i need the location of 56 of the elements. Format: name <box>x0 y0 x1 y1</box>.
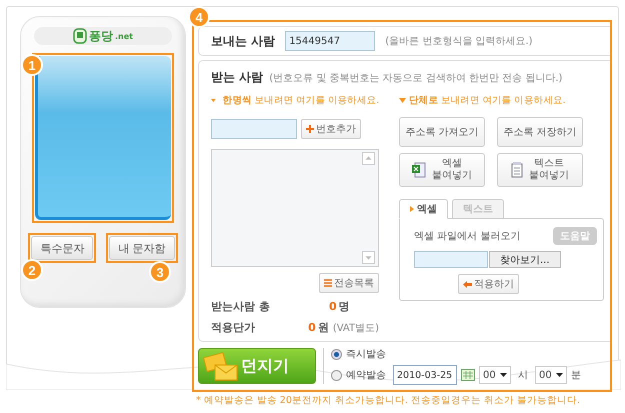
minute-unit: 분 <box>571 369 581 382</box>
add-number-button[interactable]: 번호추가 <box>301 119 361 139</box>
single-hint: 한명씩 보내려면 여기를 이용하세요. <box>222 94 379 107</box>
hour-unit: 시 <box>518 369 528 382</box>
paste-button[interactable]: 엑셀 붙여넣기 <box>399 153 485 187</box>
notepad-icon <box>511 162 523 178</box>
spreadsheet-icon <box>412 162 426 178</box>
dropdown-icon <box>556 373 563 377</box>
radio-button[interactable] <box>331 370 342 380</box>
radio-button[interactable] <box>331 348 342 360</box>
summary-label: 적용단가 <box>211 320 256 335</box>
paste-button[interactable]: 텍스트 붙여넣기 <box>497 153 583 187</box>
phone-menu-button[interactable]: 내 문자함 <box>109 236 175 260</box>
summary-value: 0 <box>329 300 337 313</box>
minute-select[interactable]: 00 <box>535 366 567 384</box>
phone-logo-icon <box>73 28 87 44</box>
recipient-note: (번호오류 및 중복번호는 자동으로 검색하여 한번만 전송 됩니다.) <box>269 72 562 85</box>
send-option-label: 예약발송 <box>346 369 386 382</box>
logo-text: 퐁당 <box>89 28 113 44</box>
recipient-label: 받는 사람 <box>211 69 264 86</box>
summary-unit: 명 <box>338 299 350 314</box>
send-list-button[interactable]: 전송목록 <box>319 273 379 293</box>
date-field[interactable]: 2010-03-25 <box>393 365 457 385</box>
callout-number: 4 <box>188 6 210 28</box>
active-marker-icon <box>410 206 414 212</box>
arrow-left-icon <box>463 280 472 288</box>
number-list[interactable] <box>211 149 379 267</box>
logo-suffix: .net <box>115 32 133 40</box>
scroll-down-icon[interactable] <box>362 251 375 264</box>
phone-menu-button[interactable]: 특수문자 <box>31 236 94 260</box>
address-book-button[interactable]: 주소록 저장하기 <box>497 117 583 147</box>
calendar-icon[interactable] <box>461 369 475 381</box>
browse-button[interactable]: 찾아보기... <box>489 251 561 268</box>
caret-icon <box>399 98 406 103</box>
list-icon <box>324 279 332 287</box>
summary-unit: 원 <box>318 320 329 335</box>
hour-select[interactable]: 00 <box>479 366 511 384</box>
sender-label: 보내는 사람 <box>211 32 276 50</box>
summary-label: 받는사람 총 <box>211 299 271 314</box>
caret-icon <box>211 98 216 103</box>
sender-hint: (올바른 번호형식을 입력하세요.) <box>385 35 533 48</box>
summary-note: (VAT별도) <box>332 322 379 334</box>
address-book-button[interactable]: 주소록 가져오기 <box>399 117 485 147</box>
apply-button[interactable]: 적용하기 <box>458 274 519 294</box>
tab[interactable]: 엑셀 <box>399 199 448 219</box>
send-option-label: 즉시발송 <box>346 348 386 361</box>
group-hint: 단체로 보내려면 여기를 이용하세요. <box>409 94 566 107</box>
scroll-up-icon[interactable] <box>362 152 375 165</box>
footnote: * 예약발송은 발송 20분전까지 취소가능합니다. 전송중일경우는 취소가 불가능합니다. <box>195 394 582 407</box>
sender-field[interactable]: 15449547 <box>285 31 376 51</box>
summary-value: 0 <box>308 321 316 334</box>
dropdown-icon <box>500 373 507 377</box>
file-field[interactable] <box>414 251 488 268</box>
number-field[interactable] <box>211 119 297 139</box>
import-label: 엑셀 파일에서 불러오기 <box>414 230 520 243</box>
plus-icon <box>306 125 314 133</box>
